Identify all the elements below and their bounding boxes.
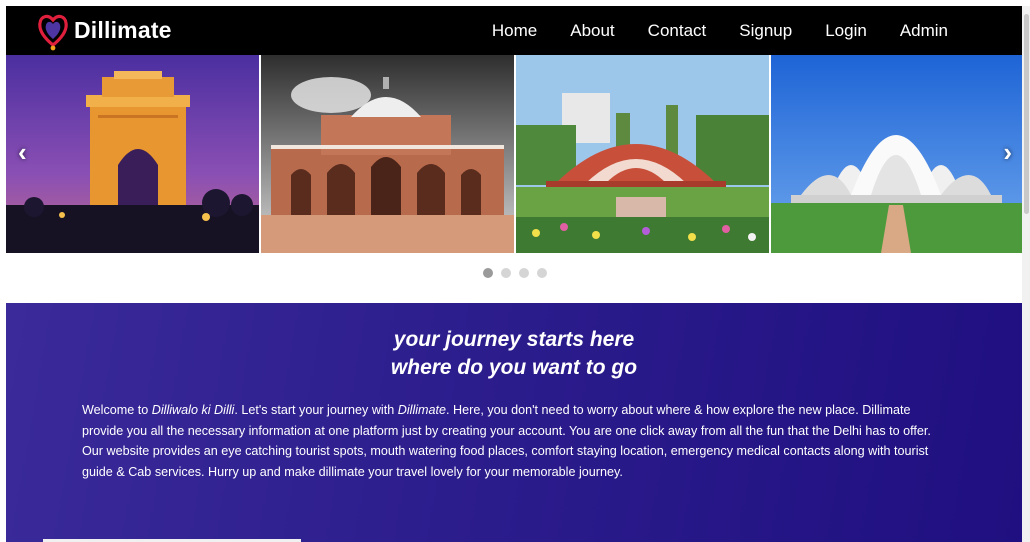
hero-section: your journey starts here where do you wa… — [6, 303, 1022, 542]
nav-links: Home About Contact Signup Login Admin — [459, 6, 948, 55]
intro-prefix: Welcome to — [82, 403, 152, 417]
slide-humayun-tomb — [261, 55, 514, 253]
jantar-mantar-image — [516, 55, 769, 253]
lotus-temple-image — [771, 55, 1022, 253]
carousel-indicators — [483, 268, 555, 278]
hero-title-line-1: your journey starts here — [393, 328, 635, 351]
nav-about[interactable]: About — [570, 21, 614, 41]
carousel-indicator[interactable] — [483, 268, 493, 278]
carousel-indicator[interactable] — [501, 268, 511, 278]
intro-emphasis-dillimate: Dillimate — [397, 403, 447, 417]
nav-signup[interactable]: Signup — [739, 21, 792, 41]
heart-pin-logo-icon — [38, 11, 68, 51]
intro-middle: . Let's start your journey with — [234, 403, 398, 417]
nav-home[interactable]: Home — [492, 21, 537, 41]
image-carousel: ‹ › — [6, 55, 1022, 253]
nav-login[interactable]: Login — [825, 21, 867, 41]
carousel-indicator[interactable] — [537, 268, 547, 278]
hero-intro-paragraph: Welcome to Dilliwalo ki Dilli. Let's sta… — [82, 400, 952, 482]
slide-india-gate — [6, 55, 259, 253]
carousel-prev-button[interactable]: ‹ — [18, 139, 27, 165]
india-gate-image — [6, 55, 259, 253]
intro-emphasis-dilliwalo: Dilliwalo ki Dilli — [151, 403, 235, 417]
slide-lotus-temple — [771, 55, 1022, 253]
nav-admin[interactable]: Admin — [900, 21, 948, 41]
scrollbar-thumb[interactable] — [1024, 14, 1029, 214]
brand-name: Dillimate — [74, 17, 172, 43]
nav-contact[interactable]: Contact — [648, 21, 707, 41]
hero-title-line-2: where do you want to go — [390, 356, 638, 379]
navbar: Dillimate Home About Contact Signup Logi… — [6, 6, 1022, 55]
humayun-tomb-image — [261, 55, 514, 253]
brand-link[interactable]: Dillimate — [38, 11, 172, 51]
slide-jantar-mantar — [516, 55, 769, 253]
carousel-next-button[interactable]: › — [1003, 139, 1012, 165]
page-scrollbar[interactable] — [1022, 6, 1030, 542]
carousel-indicator[interactable] — [519, 268, 529, 278]
